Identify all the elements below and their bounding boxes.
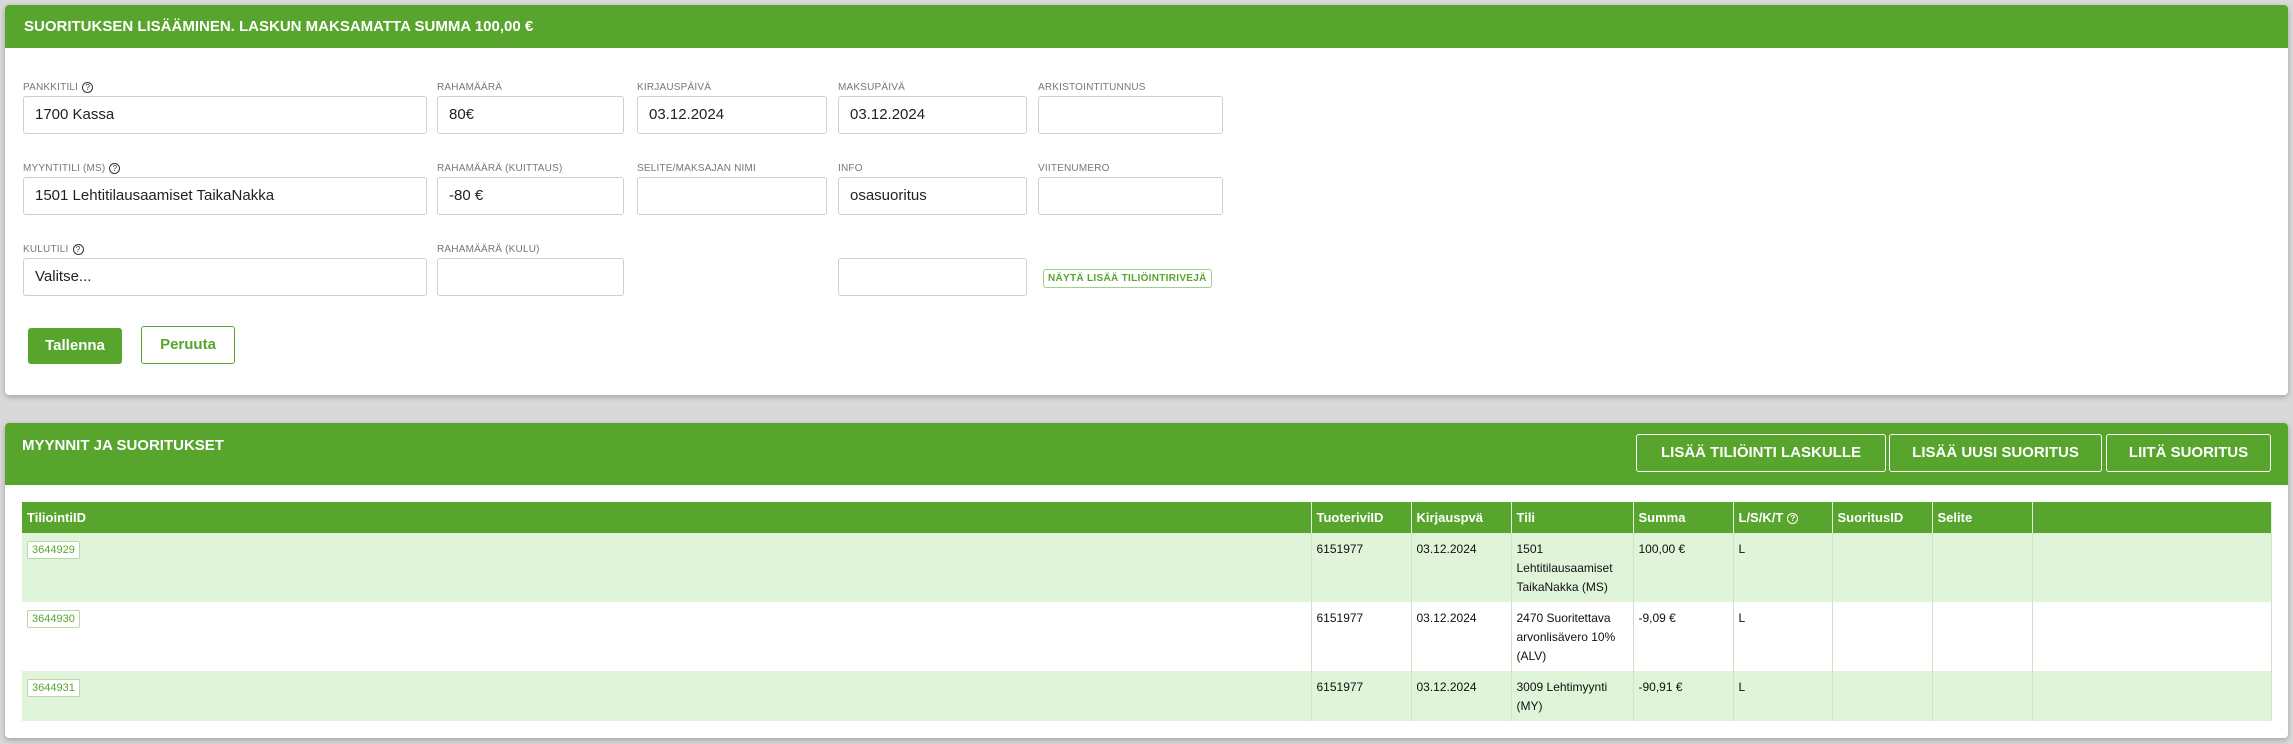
arkistointitunnus-label: ARKISTOINTITUNNUS	[1038, 82, 1146, 93]
add-payment-button[interactable]: LISÄÄ UUSI SUORITUS	[1889, 434, 2102, 472]
col-tiliointiid[interactable]: TiliointiID	[22, 502, 1312, 533]
extra-field	[838, 258, 1027, 296]
selite-field: SELITE/MAKSAJAN NIMI	[637, 163, 827, 215]
table-header-row: TiliointiID TuoteriviID Kirjauspvä Tili …	[22, 502, 2272, 533]
col-selite[interactable]: Selite	[1932, 502, 2033, 533]
cell-tuoterivi: 6151977	[1311, 602, 1412, 671]
table-row: 3644930 6151977 03.12.2024 2470 Suoritet…	[22, 602, 2272, 671]
save-button[interactable]: Tallenna	[28, 328, 122, 364]
info-field: INFO osasuoritus	[838, 163, 1027, 215]
cell-suoritus	[1832, 671, 1933, 721]
myyntitili-select[interactable]: 1501 Lehtitilausaamiset TaikaNakka	[23, 177, 427, 215]
kirjauspaiva-label: KIRJAUSPÄIVÄ	[637, 82, 712, 93]
pankkitili-field: PANKKITILI? 1700 Kassa	[23, 82, 427, 134]
rahamaara-field: RAHAMÄÄRÄ 80€	[437, 82, 624, 134]
table-row: 3644929 6151977 03.12.2024 1501 Lehtitil…	[22, 533, 2272, 602]
kirjauspaiva-field: KIRJAUSPÄIVÄ 03.12.2024	[637, 82, 827, 134]
rahamaara-kuittaus-field: RAHAMÄÄRÄ (KUITTAUS) -80 €	[437, 163, 624, 215]
cell-tili: 2470 Suoritettava arvonlisävero 10% (ALV…	[1511, 602, 1634, 671]
info-input[interactable]: osasuoritus	[838, 177, 1027, 215]
cell-summa: 100,00 €	[1633, 533, 1734, 602]
help-icon[interactable]: ?	[109, 163, 121, 174]
help-icon[interactable]: ?	[72, 244, 84, 255]
viitenumero-input[interactable]	[1038, 177, 1223, 215]
maksupaiva-label: MAKSUPÄIVÄ	[838, 82, 906, 93]
col-kirjauspva[interactable]: Kirjauspvä	[1411, 502, 1512, 533]
rahamaara-kuittaus-input[interactable]: -80 €	[437, 177, 624, 215]
postings-table: TiliointiID TuoteriviID Kirjauspvä Tili …	[22, 502, 2272, 721]
rahamaara-kuittaus-label: RAHAMÄÄRÄ (KUITTAUS)	[437, 163, 563, 174]
table-row: 3644931 6151977 03.12.2024 3009 Lehtimyy…	[22, 671, 2272, 721]
info-label: INFO	[838, 163, 863, 174]
myyntitili-field: MYYNTITILI (MS)? 1501 Lehtitilausaamiset…	[23, 163, 427, 215]
sales-payments-panel: MYYNNIT JA SUORITUKSET LISÄÄ TILIÖINTI L…	[5, 423, 2288, 738]
maksupaiva-field: MAKSUPÄIVÄ 03.12.2024	[838, 82, 1027, 134]
cell-actions	[2032, 602, 2272, 671]
cell-selite	[1932, 602, 2033, 671]
kulutili-label: KULUTILI	[23, 244, 69, 256]
viitenumero-label: VIITENUMERO	[1038, 163, 1110, 174]
cell-pvm: 03.12.2024	[1411, 533, 1512, 602]
payment-form-panel: SUORITUKSEN LISÄÄMINEN. LASKUN MAKSAMATT…	[5, 5, 2288, 395]
cell-selite	[1932, 671, 2033, 721]
payment-form-title: SUORITUKSEN LISÄÄMINEN. LASKUN MAKSAMATT…	[5, 5, 2288, 48]
cell-lskt: L	[1733, 533, 1833, 602]
selite-input[interactable]	[637, 177, 827, 215]
maksupaiva-input[interactable]: 03.12.2024	[838, 96, 1027, 134]
viitenumero-field: VIITENUMERO	[1038, 163, 1223, 215]
cell-lskt: L	[1733, 602, 1833, 671]
cancel-button[interactable]: Peruuta	[141, 326, 235, 364]
arkistointitunnus-field: ARKISTOINTITUNNUS	[1038, 82, 1223, 134]
cell-tili: 1501 Lehtitilausaamiset TaikaNakka (MS)	[1511, 533, 1634, 602]
pankkitili-label: PANKKITILI	[23, 82, 79, 94]
cell-actions	[2032, 671, 2272, 721]
col-tili[interactable]: Tili	[1511, 502, 1634, 533]
cell-tili: 3009 Lehtimyynti (MY)	[1511, 671, 1634, 721]
add-posting-button[interactable]: LISÄÄ TILIÖINTI LASKULLE	[1636, 434, 1886, 472]
col-lskt[interactable]: L/S/K/T?	[1733, 502, 1833, 533]
rahamaara-kulu-field: RAHAMÄÄRÄ (KULU)	[437, 244, 624, 296]
sales-payments-title: MYYNNIT JA SUORITUKSET	[22, 437, 224, 454]
rahamaara-kulu-input[interactable]	[437, 258, 624, 296]
show-more-postings-button[interactable]: NÄYTÄ LISÄÄ TILIÖINTIRIVEJÄ	[1043, 269, 1212, 288]
rahamaara-kulu-label: RAHAMÄÄRÄ (KULU)	[437, 244, 540, 255]
cell-tuoterivi: 6151977	[1311, 671, 1412, 721]
rahamaara-input[interactable]: 80€	[437, 96, 624, 134]
arkistointitunnus-input[interactable]	[1038, 96, 1223, 134]
col-suoritusid[interactable]: SuoritusID	[1832, 502, 1933, 533]
cell-summa: -9,09 €	[1633, 602, 1734, 671]
cell-lskt: L	[1733, 671, 1833, 721]
cell-tuoterivi: 6151977	[1311, 533, 1412, 602]
pankkitili-select[interactable]: 1700 Kassa	[23, 96, 427, 134]
cell-suoritus	[1832, 533, 1933, 602]
cell-actions	[2032, 533, 2272, 602]
rahamaara-label: RAHAMÄÄRÄ	[437, 82, 503, 93]
cell-pvm: 03.12.2024	[1411, 602, 1512, 671]
col-summa[interactable]: Summa	[1633, 502, 1734, 533]
help-icon[interactable]: ?	[1787, 513, 1799, 525]
cell-suoritus	[1832, 602, 1933, 671]
posting-id-link[interactable]: 3644931	[27, 679, 80, 697]
cell-id: 3644930	[22, 602, 1312, 671]
selite-label: SELITE/MAKSAJAN NIMI	[637, 163, 757, 174]
cell-id: 3644929	[22, 533, 1312, 602]
myyntitili-label: MYYNTITILI (MS)	[23, 163, 106, 175]
kulutili-field: KULUTILI? Valitse...	[23, 244, 427, 296]
kulutili-select[interactable]: Valitse...	[23, 258, 427, 296]
extra-input[interactable]	[838, 258, 1027, 296]
cell-selite	[1932, 533, 2033, 602]
posting-id-link[interactable]: 3644929	[27, 541, 80, 559]
col-actions	[2032, 502, 2272, 533]
kirjauspaiva-input[interactable]: 03.12.2024	[637, 96, 827, 134]
help-icon[interactable]: ?	[82, 82, 94, 93]
cell-summa: -90,91 €	[1633, 671, 1734, 721]
col-tuoteriviid[interactable]: TuoteriviID	[1311, 502, 1412, 533]
col-lskt-label: L/S/K/T	[1738, 510, 1784, 525]
attach-payment-button[interactable]: LIITÄ SUORITUS	[2106, 434, 2271, 472]
posting-id-link[interactable]: 3644930	[27, 610, 80, 628]
cell-id: 3644931	[22, 671, 1312, 721]
cell-pvm: 03.12.2024	[1411, 671, 1512, 721]
